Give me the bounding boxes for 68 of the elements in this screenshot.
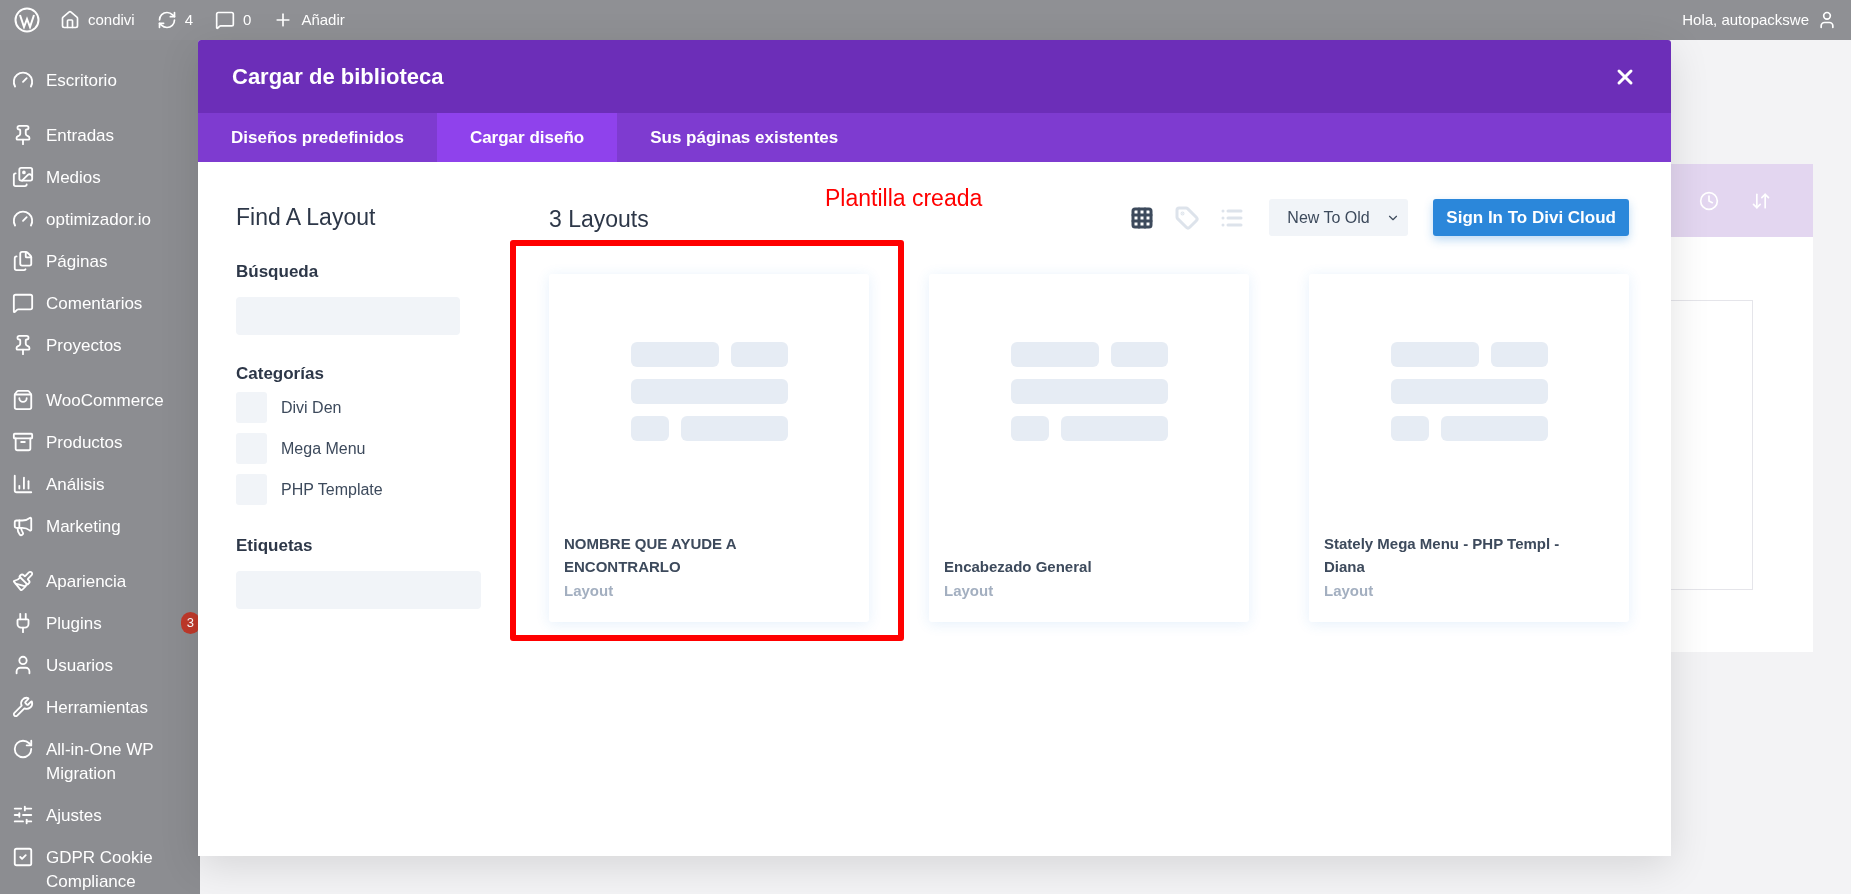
- tab[interactable]: Diseños predefinidos: [198, 113, 437, 162]
- paintbrush-icon: [12, 570, 34, 592]
- sidebar-item[interactable]: Escritorio: [46, 69, 196, 93]
- sidebar-item[interactable]: Usuarios: [46, 654, 196, 678]
- sidebar-item[interactable]: Entradas: [46, 124, 196, 148]
- card-type: Layout: [564, 580, 615, 601]
- home-icon[interactable]: [60, 10, 80, 30]
- refresh-icon[interactable]: [156, 10, 177, 30]
- bag-icon: [12, 389, 34, 411]
- sidebar-item[interactable]: Comentarios: [46, 292, 196, 316]
- sort-select[interactable]: New To Old: [1269, 199, 1409, 236]
- updates-count[interactable]: 4: [184, 8, 194, 32]
- layout-card[interactable]: NOMBRE QUE AYUDE A ENCONTRARLO Layout: [549, 274, 869, 622]
- checkbox-icon: [12, 846, 34, 868]
- update-badge: 3: [180, 612, 200, 634]
- category-label[interactable]: Mega Menu: [281, 436, 366, 461]
- sidebar-item[interactable]: GDPR Cookie Compliance: [46, 846, 196, 894]
- user-icon[interactable]: [1817, 10, 1837, 30]
- layout-count: 3 Layouts: [549, 205, 649, 235]
- site-name-link[interactable]: condivi: [88, 8, 135, 32]
- speech-bubble-icon: [12, 292, 34, 314]
- card-type: Layout: [1324, 580, 1375, 601]
- comments-count[interactable]: 0: [243, 8, 252, 32]
- archive-icon: [12, 431, 34, 453]
- card-title: Stately Mega Menu - PHP Templ - Diana: [1324, 533, 1561, 577]
- sidebar-item[interactable]: optimizador.io: [46, 208, 196, 232]
- sidebar-item[interactable]: Apariencia: [46, 570, 196, 594]
- sidebar-item[interactable]: WooCommerce: [46, 389, 196, 413]
- sidebar-item[interactable]: Herramientas: [46, 696, 196, 720]
- circular-arrow-icon: [12, 738, 34, 760]
- sidebar-item[interactable]: All-in-One WP Migration: [46, 738, 196, 786]
- greeting-link[interactable]: Hola, autopackswe: [1682, 8, 1809, 32]
- sidebar-item[interactable]: Marketing: [46, 515, 196, 539]
- category-label[interactable]: PHP Template: [281, 477, 383, 502]
- card-title: Encabezado General: [944, 556, 1093, 577]
- layout-card[interactable]: Encabezado General Layout: [929, 274, 1249, 622]
- clock-icon[interactable]: [1699, 190, 1719, 211]
- megaphone-icon: [12, 515, 34, 537]
- wrench-icon: [12, 696, 34, 718]
- tab[interactable]: Cargar diseño: [436, 113, 618, 162]
- sidebar-item[interactable]: Páginas: [46, 250, 196, 274]
- grid-icon[interactable]: [1130, 205, 1155, 230]
- annotation-label: Plantilla creada: [825, 184, 983, 213]
- filter-heading: Find A Layout: [236, 203, 377, 232]
- tags-label: Etiquetas: [236, 535, 314, 557]
- speech-bubble-icon[interactable]: [215, 10, 236, 30]
- tab[interactable]: Sus páginas existentes: [617, 113, 872, 162]
- sidebar-item[interactable]: Análisis: [46, 473, 196, 497]
- card-title: NOMBRE QUE AYUDE A ENCONTRARLO: [564, 533, 737, 577]
- sidebar-item[interactable]: Plugins: [46, 612, 177, 636]
- layout-card[interactable]: Stately Mega Menu - PHP Templ - Diana Layout: [1309, 274, 1629, 622]
- sliders-icon: [12, 804, 34, 826]
- media-icon: [12, 166, 34, 188]
- sidebar-item[interactable]: Proyectos: [46, 334, 196, 358]
- sidebar-item[interactable]: Medios: [46, 166, 196, 190]
- wordpress-logo-icon[interactable]: [14, 7, 40, 33]
- categories-label: Categorías: [236, 362, 325, 385]
- card-type: Layout: [944, 580, 995, 601]
- new-content-link[interactable]: Añadir: [301, 8, 345, 32]
- bar-chart-icon: [12, 473, 34, 495]
- sidebar-item[interactable]: Ajustes: [46, 804, 196, 828]
- tag-icon[interactable]: [1175, 205, 1200, 230]
- divi-cloud-button[interactable]: Sign In To Divi Cloud: [1433, 199, 1629, 236]
- modal-title: Cargar de biblioteca: [232, 63, 444, 91]
- pages-icon: [12, 250, 34, 272]
- sidebar-item[interactable]: Productos: [46, 431, 196, 455]
- category-label[interactable]: Divi Den: [281, 395, 342, 420]
- search-label: Búsqueda: [236, 261, 320, 283]
